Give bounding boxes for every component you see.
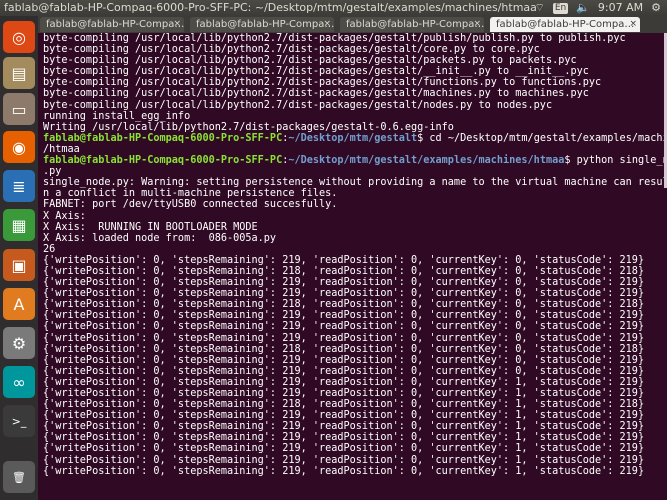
tab-label: fablab@fablab-HP-Compa… [496,19,635,30]
command-continuation: /htmaa [43,143,80,155]
status-line: {'writePosition': 0, 'stepsRemaining': 2… [43,321,645,333]
status-line: {'writePosition': 0, 'stepsRemaining': 2… [43,443,645,455]
network-icon[interactable]: ⌔ [534,0,544,16]
terminal-line: byte-compiling /usr/local/lib/python2.7/… [43,66,589,78]
terminal-line: Writing /usr/local/lib/python2.7/dist-pa… [43,121,454,133]
terminal-line: byte-compiling /usr/local/lib/python2.7/… [43,33,626,44]
status-line: {'writePosition': 0, 'stepsRemaining': 2… [43,388,645,399]
status-line: {'writePosition': 0, 'stepsRemaining': 2… [43,421,645,433]
terminal-line: byte-compiling /usr/local/lib/python2.7/… [43,99,553,111]
system-tray: ⌔ En 🔈 9:07 AM ⚙ [534,0,661,16]
libreoffice-calc-icon[interactable]: ▦ [3,209,35,241]
status-line: {'writePosition': 0, 'stepsRemaining': 2… [43,310,645,322]
gear-icon[interactable]: ⚙ [651,0,661,16]
tab-label: fablab@fablab-HP-Compa… [346,19,484,30]
top-panel: fablab@fablab-HP-Compaq-6000-Pro-SFF-PC:… [0,0,667,16]
clock[interactable]: 9:07 AM [598,0,643,16]
prompt-cmd: $ python single_node [564,155,667,167]
status-line: {'writePosition': 0, 'stepsRemaining': 2… [43,376,645,388]
file-manager-icon[interactable]: ▭ [3,93,35,125]
status-line: {'writePosition': 0, 'stepsRemaining': 2… [43,343,645,355]
keyboard-layout-indicator[interactable]: En [552,2,569,14]
terminal-line: X Axis: RUNNING IN BOOTLOADER MODE [43,221,258,233]
status-line: {'writePosition': 0, 'stepsRemaining': 2… [43,465,645,477]
close-icon[interactable]: × [629,17,637,32]
prompt-line: fablab@fablab-HP-Compaq-6000-Pro-SFF-PC:… [43,133,667,144]
terminal-line: byte-compiling /usr/local/lib/python2.7/… [43,77,602,89]
prompt-line: fablab@fablab-HP-Compaq-6000-Pro-SFF-PC:… [43,155,667,166]
tab-label: fablab@fablab-HP-Compa… [196,19,334,30]
archive-manager-icon[interactable]: ▤ [3,57,35,89]
prompt-path: ~/Desktop/mtm/gestalt [288,132,418,144]
tab-label: fablab@fablab-HP-Compa… [46,19,184,30]
terminal-line: FABNET: port /dev/ttyUSB0 connected succ… [43,199,338,211]
libreoffice-writer-icon[interactable]: ≣ [3,170,35,202]
prompt-cmd: $ cd ~/Desktop/mtm/gestalt/examples/mach… [417,132,667,144]
libreoffice-impress-icon[interactable]: ▣ [3,249,35,281]
terminal-line: byte-compiling /usr/local/lib/python2.7/… [43,88,589,100]
close-icon[interactable]: × [323,17,331,32]
terminal-line: byte-compiling /usr/local/lib/python2.7/… [43,44,540,56]
terminal-output[interactable]: byte-compiling /usr/local/lib/python2.7/… [38,33,667,500]
trash-icon[interactable]: 🗑 [3,461,35,493]
status-line: {'writePosition': 0, 'stepsRemaining': 2… [43,354,645,366]
status-line: {'writePosition': 0, 'stepsRemaining': 2… [43,454,645,466]
terminal-tab[interactable]: fablab@fablab-HP-Compa… × [340,17,484,32]
terminal-line: X Axis: [43,210,86,222]
status-line: {'writePosition': 0, 'stepsRemaining': 2… [43,332,645,344]
window-title: fablab@fablab-HP-Compaq-6000-Pro-SFF-PC:… [4,1,537,14]
system-settings-icon[interactable]: ⚙ [3,327,35,359]
close-icon[interactable]: × [173,17,181,32]
ubuntu-dash-icon[interactable]: ◎ [3,21,35,53]
status-line: {'writePosition': 0, 'stepsRemaining': 2… [43,288,645,300]
command-continuation: .py [43,166,62,178]
prompt-path: ~/Desktop/mtm/gestalt/examples/machines/… [288,155,565,167]
terminal-tab-active[interactable]: fablab@fablab-HP-Compa… × [490,17,640,32]
terminal-tab-bar: fablab@fablab-HP-Compa… × fablab@fablab-… [38,16,667,33]
arduino-icon[interactable]: ∞ [3,366,35,398]
status-line: {'writePosition': 0, 'stepsRemaining': 2… [43,432,645,444]
terminal-icon[interactable]: >_ [3,405,35,437]
status-line: {'writePosition': 0, 'stepsRemaining': 2… [43,399,645,411]
prompt-user: fablab@fablab-HP-Compaq-6000-Pro-SFF-PC [43,155,283,167]
terminal-tab[interactable]: fablab@fablab-HP-Compa… × [40,17,184,32]
software-center-icon[interactable]: A [3,288,35,320]
terminal-line: byte-compiling /usr/local/lib/python2.7/… [43,55,577,67]
status-line: {'writePosition': 0, 'stepsRemaining': 2… [43,265,645,277]
firefox-icon[interactable]: ◉ [3,131,35,163]
terminal-line: running install_egg_info [43,110,191,122]
terminal-line: n a conflict in multi-machine persistenc… [43,188,338,200]
prompt-user: fablab@fablab-HP-Compaq-6000-Pro-SFF-PC [43,132,283,144]
terminal-line: 26 [43,243,56,255]
launcher: ◎ ▤ ▭ ◉ ≣ ▦ ▣ A ⚙ ∞ >_ 🗑 [0,16,38,500]
volume-icon[interactable]: 🔈 [576,0,590,16]
status-line: {'writePosition': 0, 'stepsRemaining': 2… [43,254,645,266]
status-line: {'writePosition': 0, 'stepsRemaining': 2… [43,410,645,422]
terminal-line: X Axis: loaded node from: 086-005a.py [43,232,277,244]
status-line: {'writePosition': 0, 'stepsRemaining': 2… [43,277,645,289]
status-line: {'writePosition': 0, 'stepsRemaining': 2… [43,365,645,377]
terminal-tab[interactable]: fablab@fablab-HP-Compa… × [190,17,334,32]
terminal-line: single_node.py: Warning: setting persist… [43,177,667,189]
close-icon[interactable]: × [473,17,481,32]
status-line: {'writePosition': 0, 'stepsRemaining': 2… [43,299,645,311]
